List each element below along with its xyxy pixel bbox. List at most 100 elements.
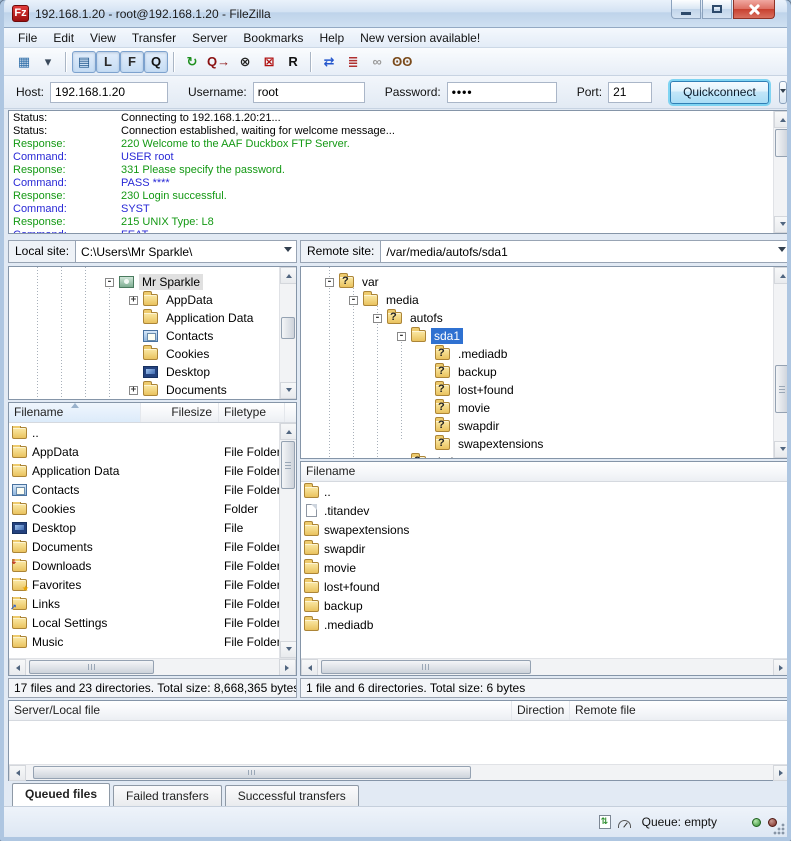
column-header-filename[interactable]: Filename	[9, 403, 141, 422]
scroll-up-button[interactable]	[774, 267, 791, 284]
tree-item[interactable]: Mr Sparkle	[9, 273, 278, 291]
local-list-horizontal-scrollbar[interactable]	[9, 658, 296, 675]
disconnect-icon[interactable]: ⊠	[257, 51, 281, 73]
scroll-left-button[interactable]	[9, 765, 26, 781]
tree-item-label[interactable]: media	[383, 292, 422, 308]
file-row[interactable]: Local Settings File Folder	[9, 613, 279, 632]
tree-item[interactable]: Desktop	[9, 363, 278, 381]
expander-icon[interactable]	[397, 332, 406, 341]
toolbar-separator[interactable]	[173, 52, 175, 72]
menu-item[interactable]: File	[10, 29, 45, 47]
find-files-icon[interactable]: ʘʘ	[389, 51, 415, 73]
menu-item[interactable]: Edit	[45, 29, 82, 47]
scroll-thumb[interactable]	[281, 441, 295, 489]
menu-item[interactable]: Transfer	[124, 29, 184, 47]
tree-item-label[interactable]: autofs	[407, 310, 446, 326]
synchronized-browsing-icon[interactable]: ∞	[365, 51, 389, 73]
local-site-combobox[interactable]: C:\Users\Mr Sparkle\	[76, 240, 297, 263]
column-header-server-local-file[interactable]: Server/Local file	[9, 701, 512, 720]
column-header-filetype[interactable]: Filetype	[219, 403, 285, 422]
tree-item[interactable]: swapextensions	[301, 435, 772, 453]
resize-grip[interactable]	[773, 823, 785, 835]
scroll-down-button[interactable]	[774, 441, 791, 458]
file-row[interactable]: Application Data File Folder	[9, 461, 279, 480]
remote-list-horizontal-scrollbar[interactable]	[301, 658, 790, 675]
tree-item-label[interactable]: Documents	[163, 382, 230, 398]
site-manager-dropdown-icon[interactable]: ▾	[36, 51, 60, 73]
scroll-right-button[interactable]	[773, 659, 790, 676]
title-bar[interactable]: Fz 192.168.1.20 - root@192.168.1.20 - Fi…	[4, 0, 787, 28]
toggle-queue-icon[interactable]: Q	[144, 51, 168, 73]
column-header-filename[interactable]: Filename	[301, 462, 790, 481]
tree-item-label[interactable]: lost+found	[455, 382, 517, 398]
scroll-down-button[interactable]	[280, 382, 297, 399]
scroll-thumb[interactable]	[281, 317, 295, 339]
tree-item[interactable]: var	[301, 273, 772, 291]
file-row[interactable]: Documents File Folder	[9, 537, 279, 556]
scroll-thumb[interactable]	[775, 129, 789, 157]
directory-listing-icon[interactable]: ≣	[341, 51, 365, 73]
tree-item-label[interactable]: swapdir	[455, 418, 502, 434]
tree-item[interactable]: dvd	[301, 453, 772, 459]
host-input[interactable]	[50, 82, 168, 103]
scroll-up-button[interactable]	[280, 423, 297, 440]
tree-item-label[interactable]: swapextensions	[455, 436, 546, 452]
quickconnect-dropdown-button[interactable]	[779, 81, 787, 104]
tree-item[interactable]: lost+found	[301, 381, 772, 399]
tree-item[interactable]: Downloads	[9, 399, 278, 400]
directory-comparison-icon[interactable]: ⇄	[317, 51, 341, 73]
local-tree-vertical-scrollbar[interactable]	[279, 267, 296, 399]
tree-item[interactable]: .mediadb	[301, 345, 772, 363]
expander-icon[interactable]	[129, 296, 138, 305]
username-input[interactable]	[253, 82, 365, 103]
file-row[interactable]: swapextensions	[301, 520, 790, 539]
cancel-operation-icon[interactable]: ⊗	[233, 51, 257, 73]
tree-item-label[interactable]: var	[359, 274, 382, 290]
tree-item[interactable]: Documents	[9, 381, 278, 399]
file-row[interactable]: Favorites File Folder	[9, 575, 279, 594]
menu-item[interactable]: View	[82, 29, 124, 47]
file-row[interactable]: movie	[301, 558, 790, 577]
scroll-thumb[interactable]	[29, 660, 154, 674]
tree-item-label[interactable]: dvd	[431, 454, 456, 459]
file-row[interactable]: ..	[301, 482, 790, 501]
file-row[interactable]: Music File Folder	[9, 632, 279, 651]
remote-tree-vertical-scrollbar[interactable]	[773, 267, 790, 458]
file-row[interactable]: .mediadb	[301, 615, 790, 634]
column-header-filesize[interactable]: Filesize	[141, 403, 219, 422]
scroll-up-button[interactable]	[774, 111, 791, 128]
queue-horizontal-scrollbar[interactable]	[9, 764, 790, 780]
file-row[interactable]: AppData File Folder	[9, 442, 279, 461]
scroll-down-button[interactable]	[774, 216, 791, 233]
tree-item[interactable]: movie	[301, 399, 772, 417]
file-row[interactable]: backup	[301, 596, 790, 615]
toolbar-separator[interactable]	[310, 52, 312, 72]
file-row[interactable]: swapdir	[301, 539, 790, 558]
scroll-thumb[interactable]	[775, 365, 789, 413]
reconnect-icon[interactable]: R	[281, 51, 305, 73]
menu-item[interactable]: Help	[311, 29, 352, 47]
tree-item[interactable]: swapdir	[301, 417, 772, 435]
tree-item[interactable]: sda1	[301, 327, 772, 345]
password-input[interactable]	[447, 82, 557, 103]
file-row[interactable]: Links File Folder	[9, 594, 279, 613]
expander-icon[interactable]	[325, 278, 334, 287]
menu-item[interactable]: New version available!	[352, 29, 488, 47]
tab[interactable]: Successful transfers	[225, 785, 359, 806]
tree-item[interactable]: media	[301, 291, 772, 309]
remote-site-combobox[interactable]: /var/media/autofs/sda1	[381, 240, 791, 263]
scroll-thumb[interactable]	[33, 766, 471, 779]
file-row[interactable]: Downloads File Folder	[9, 556, 279, 575]
tree-item-label[interactable]: .mediadb	[455, 346, 510, 362]
toggle-local-tree-icon[interactable]: L	[96, 51, 120, 73]
tree-item[interactable]: autofs	[301, 309, 772, 327]
tree-item-label[interactable]: Mr Sparkle	[139, 274, 203, 290]
toggle-message-log-icon[interactable]: ▤	[72, 51, 96, 73]
speed-limits-icon[interactable]	[618, 820, 631, 828]
close-button[interactable]	[733, 0, 775, 19]
port-input[interactable]	[608, 82, 652, 103]
toolbar-separator[interactable]	[65, 52, 67, 72]
refresh-icon[interactable]: ↻	[180, 51, 204, 73]
toggle-remote-tree-icon[interactable]: F	[120, 51, 144, 73]
menu-item[interactable]: Bookmarks	[235, 29, 311, 47]
